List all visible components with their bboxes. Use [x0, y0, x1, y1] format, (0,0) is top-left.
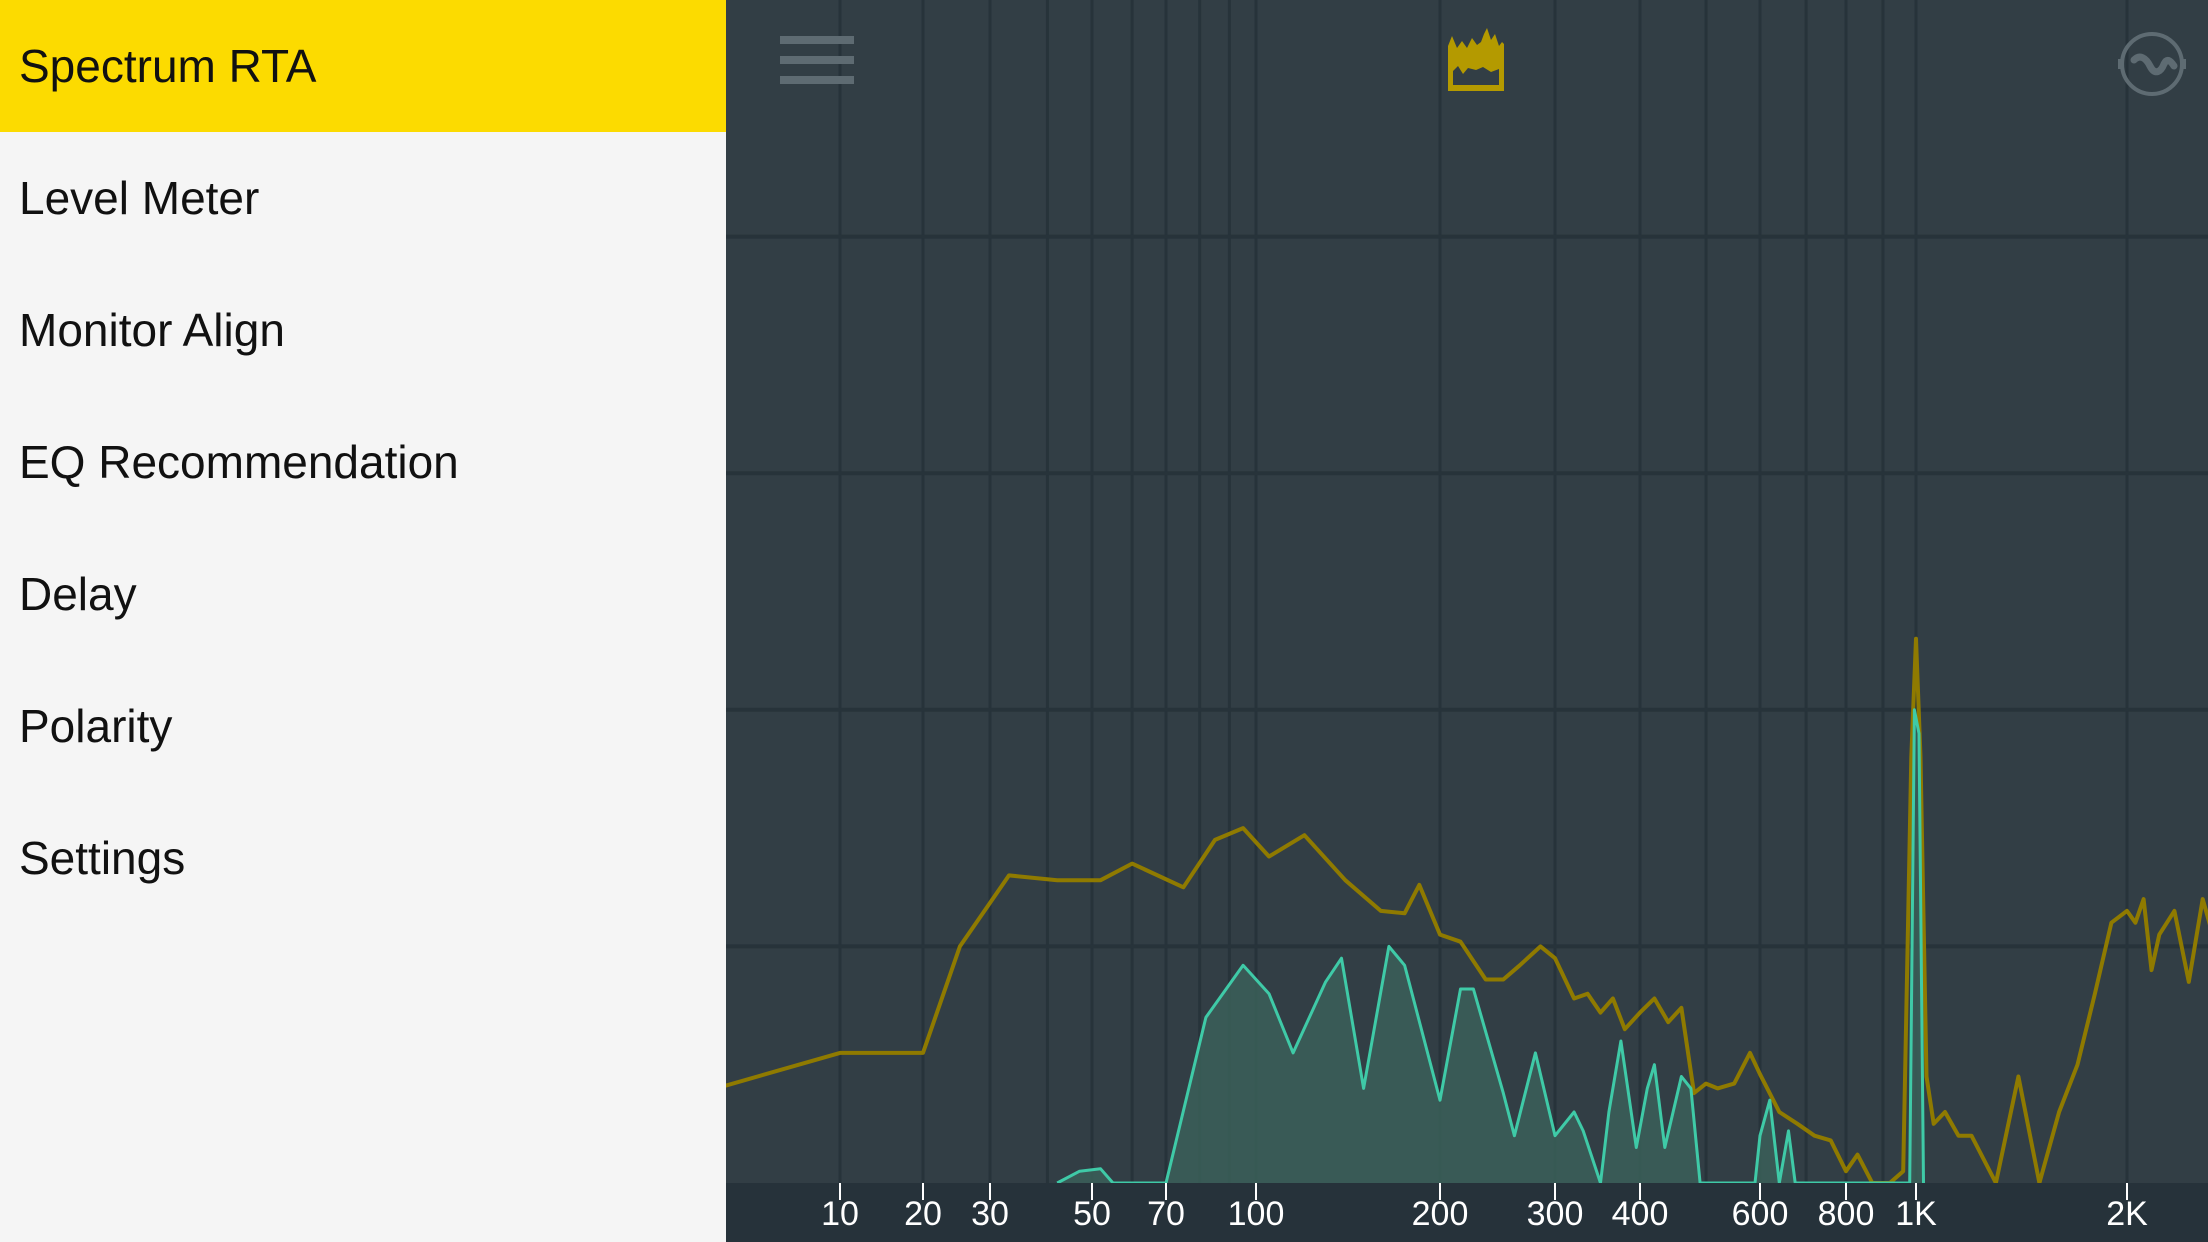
sidebar-item-label: Level Meter: [19, 172, 260, 224]
sidebar-item-settings[interactable]: Settings: [0, 792, 726, 924]
x-tick-label: 50: [1073, 1195, 1111, 1233]
hamburger-menu-icon: [780, 36, 854, 44]
x-tick-label: 10: [821, 1195, 859, 1233]
x-tick-label: 30: [971, 1195, 1009, 1233]
spectrum-view: 10 20 30 50 70 100 200 300 400 600 800 1K 2K: [726, 0, 2208, 1242]
signal-generator-icon: [2118, 32, 2186, 96]
sidebar-item-delay[interactable]: Delay: [0, 528, 726, 660]
signal-generator-button[interactable]: [2114, 26, 2190, 102]
x-tick-label: 20: [904, 1195, 942, 1233]
x-tick-label: 200: [1412, 1195, 1469, 1233]
spectrum-chart[interactable]: 10 20 30 50 70 100 200 300 400 600 800 1K 2K: [726, 0, 2208, 1242]
hamburger-menu-icon: [780, 56, 854, 64]
sidebar-menu: Spectrum RTA Level Meter Monitor Align E…: [0, 0, 726, 1242]
x-tick-label: 1K: [1895, 1195, 1937, 1233]
hamburger-menu-icon: [780, 76, 854, 84]
x-tick-label: 2K: [2106, 1195, 2148, 1233]
sidebar-item-label: Delay: [19, 568, 137, 620]
sidebar-item-label: Polarity: [19, 700, 173, 752]
sidebar-item-polarity[interactable]: Polarity: [0, 660, 726, 792]
menu-button[interactable]: [780, 34, 854, 86]
sidebar-item-label: Monitor Align: [19, 304, 285, 356]
sidebar-item-label: Spectrum RTA: [19, 40, 317, 92]
x-tick-label: 400: [1612, 1195, 1669, 1233]
sidebar-item-monitor-align[interactable]: Monitor Align: [0, 264, 726, 396]
sidebar-item-label: Settings: [19, 832, 186, 884]
sidebar-item-label: EQ Recommendation: [19, 436, 459, 488]
x-tick-label: 600: [1732, 1195, 1789, 1233]
spectrum-peak-hold-icon: [1448, 28, 1504, 91]
sidebar-item-level-meter[interactable]: Level Meter: [0, 132, 726, 264]
sidebar-item-eq-recommendation[interactable]: EQ Recommendation: [0, 396, 726, 528]
x-tick-label: 100: [1228, 1195, 1285, 1233]
x-tick-label: 70: [1147, 1195, 1185, 1233]
sidebar-item-spectrum-rta[interactable]: Spectrum RTA: [0, 0, 726, 132]
series: [726, 636, 2208, 1185]
peak-hold-toggle[interactable]: [1446, 26, 1526, 96]
x-tick-label: 800: [1818, 1195, 1875, 1233]
x-tick-label: 300: [1527, 1195, 1584, 1233]
